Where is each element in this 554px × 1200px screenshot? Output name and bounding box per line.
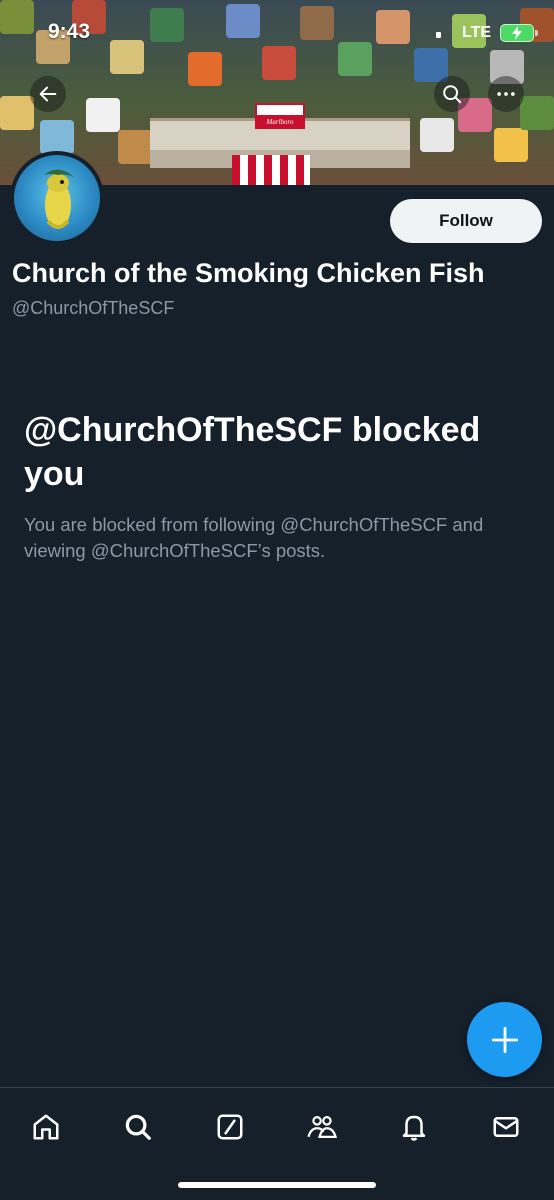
tab-notifications[interactable]	[392, 1105, 436, 1149]
plus-icon	[491, 1026, 518, 1053]
search-icon	[125, 1114, 151, 1140]
battery-icon	[500, 24, 534, 42]
profile-handle: @ChurchOfTheSCF	[12, 298, 175, 318]
more-icon	[497, 92, 515, 96]
tab-messages[interactable]	[484, 1105, 528, 1149]
follow-button[interactable]: Follow	[390, 199, 542, 243]
tab-home[interactable]	[24, 1105, 68, 1149]
home-indicator[interactable]	[178, 1182, 376, 1188]
tab-explore[interactable]	[116, 1105, 160, 1149]
chicken-bucket	[232, 155, 310, 185]
tab-communities[interactable]	[300, 1105, 344, 1149]
chicken-fish-avatar-icon	[44, 169, 74, 229]
blocked-title: @ChurchOfTheSCF blocked you	[24, 411, 481, 493]
messages-icon	[493, 1117, 519, 1137]
grok-icon	[217, 1114, 243, 1140]
compose-button[interactable]	[467, 1002, 542, 1077]
home-icon	[33, 1114, 59, 1140]
signal-icon	[436, 32, 441, 38]
battery-tip	[535, 30, 538, 36]
blocked-description: You are blocked from following @ChurchOf…	[24, 514, 484, 561]
search-button[interactable]	[434, 76, 470, 112]
network-type: LTE	[462, 24, 492, 41]
status-time: 9:43	[48, 20, 91, 43]
tab-grok[interactable]	[208, 1105, 252, 1149]
cigarette-pack: Marlboro	[255, 103, 305, 129]
status-bar: 9:43 LTE	[0, 16, 554, 50]
back-button[interactable]	[30, 76, 66, 112]
search-icon	[443, 85, 462, 104]
avatar[interactable]	[10, 151, 104, 245]
communities-icon	[307, 1116, 338, 1138]
notifications-icon	[402, 1115, 426, 1141]
arrow-left-icon	[39, 86, 57, 102]
profile-display-name: Church of the Smoking Chicken Fish	[12, 258, 485, 288]
more-button[interactable]	[488, 76, 524, 112]
